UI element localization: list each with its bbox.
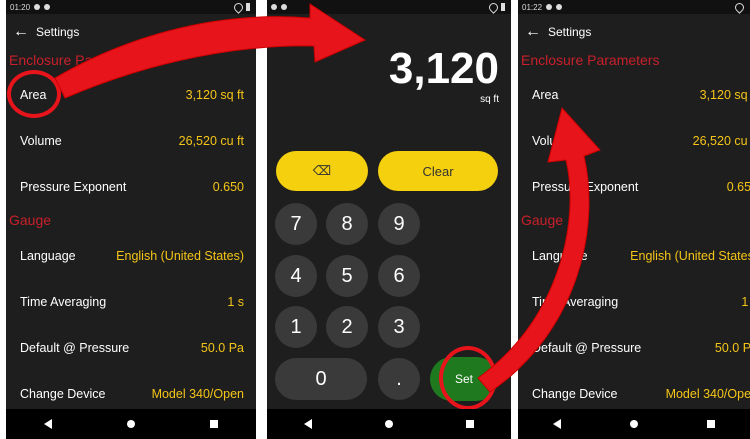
arrow-to-updated-area [477,106,601,393]
arrow-to-keypad [54,3,367,99]
annotation-arrows [54,3,601,393]
